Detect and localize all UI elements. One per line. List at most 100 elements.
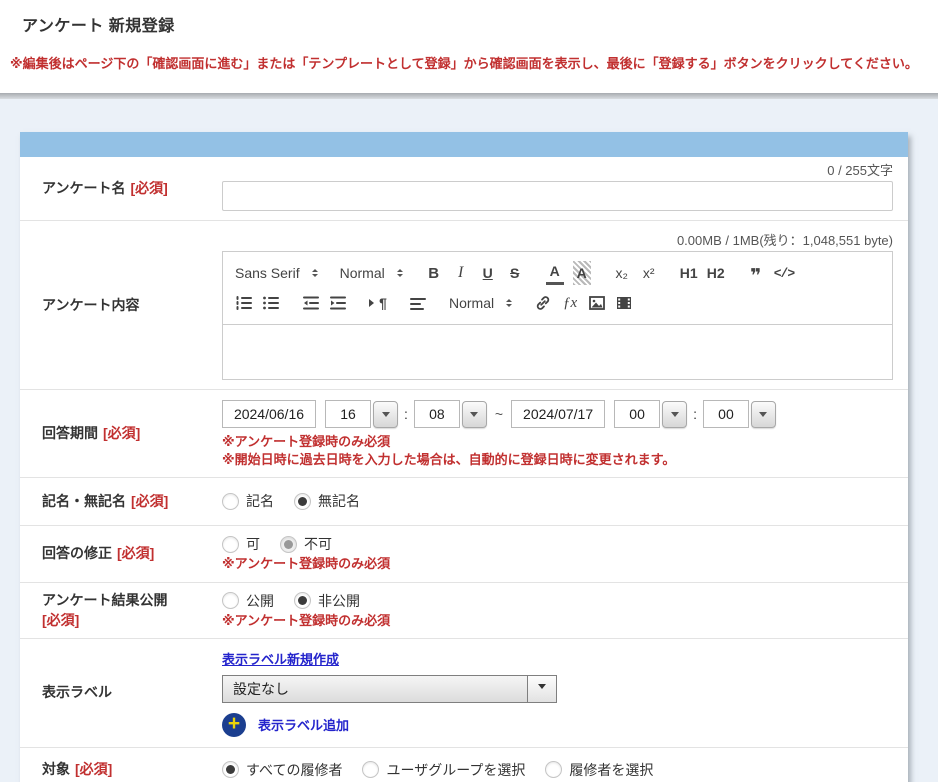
target-radio-group: すべての履修者 ユーザグループを選択 履修者を選択 bbox=[222, 760, 893, 780]
end-minute-dropdown-button[interactable] bbox=[751, 401, 776, 428]
blockquote-icon[interactable]: ❞ bbox=[747, 261, 765, 285]
page-title: アンケート 新規登録 bbox=[22, 12, 938, 36]
rich-text-editor: Sans Serif Normal B I U S A bbox=[222, 251, 893, 380]
start-minute-select[interactable]: 08 bbox=[414, 400, 487, 428]
card-header-bar bbox=[20, 132, 908, 157]
radio-unselected-icon[interactable] bbox=[222, 493, 239, 510]
header-1-icon[interactable]: H1 bbox=[680, 261, 698, 285]
end-hour-value: 00 bbox=[614, 400, 660, 428]
strikethrough-icon[interactable]: S bbox=[506, 261, 524, 285]
radio-option-not-allowed[interactable]: 不可 bbox=[280, 534, 332, 554]
highlight-color-icon[interactable]: A bbox=[573, 261, 591, 285]
superscript-icon[interactable]: x² bbox=[640, 261, 658, 285]
toolbar-line-2: ¶ Normal ƒx bbox=[235, 290, 880, 316]
chevron-down-icon bbox=[538, 684, 546, 693]
formula-icon[interactable]: ƒx bbox=[561, 291, 579, 315]
create-display-label-link[interactable]: 表示ラベル新規作成 bbox=[222, 652, 339, 667]
size-picker[interactable]: Normal bbox=[449, 295, 512, 311]
bold-icon[interactable]: B bbox=[425, 261, 443, 285]
radio-option-select-students-label: 履修者を選択 bbox=[569, 760, 653, 780]
radio-unselected-icon[interactable] bbox=[222, 536, 239, 553]
survey-name-label: アンケート名 bbox=[42, 180, 125, 196]
radio-option-allowed[interactable]: 可 bbox=[222, 534, 260, 554]
radio-option-public[interactable]: 公開 bbox=[222, 591, 274, 611]
display-label-select-button[interactable] bbox=[527, 676, 556, 702]
end-hour-select[interactable]: 00 bbox=[614, 400, 687, 428]
toolbar-line-1: Sans Serif Normal B I U S A bbox=[235, 260, 880, 286]
radio-option-private[interactable]: 非公開 bbox=[294, 591, 360, 611]
direction-arrow-icon bbox=[369, 299, 378, 307]
survey-form-card: アンケート名[必須] 0 / 255文字 アンケート内容 0.00MB / 1M… bbox=[20, 132, 908, 782]
outdent-icon[interactable] bbox=[302, 291, 320, 315]
survey-content-label-cell: アンケート内容 bbox=[20, 295, 222, 315]
heading-picker[interactable]: Normal bbox=[340, 265, 403, 281]
size-picker-value: Normal bbox=[449, 295, 494, 311]
page-body: アンケート名[必須] 0 / 255文字 アンケート内容 0.00MB / 1M… bbox=[0, 99, 938, 782]
radio-option-select-students[interactable]: 履修者を選択 bbox=[545, 760, 653, 780]
radio-option-signed[interactable]: 記名 bbox=[222, 491, 274, 511]
add-display-label-row: 表示ラベル追加 bbox=[222, 713, 893, 737]
publication-required-badge: [必須] bbox=[42, 610, 222, 630]
radio-selected-icon[interactable] bbox=[294, 592, 311, 609]
underline-icon[interactable]: U bbox=[479, 261, 497, 285]
radio-selected-icon[interactable] bbox=[294, 493, 311, 510]
publication-note: ※アンケート登録時のみ必須 bbox=[222, 613, 893, 629]
end-date-input[interactable] bbox=[511, 400, 605, 428]
radio-selected-disabled-icon[interactable] bbox=[280, 536, 297, 553]
display-label-label-cell: 表示ラベル bbox=[20, 682, 222, 702]
radio-unselected-icon[interactable] bbox=[362, 761, 379, 778]
text-color-icon[interactable]: A bbox=[546, 261, 564, 285]
font-picker[interactable]: Sans Serif bbox=[235, 265, 318, 281]
form-row-target: 対象[必須] すべての履修者 ユーザグループを選択 履修者を選択 bbox=[20, 748, 908, 782]
answer-period-label-cell: 回答期間[必須] bbox=[20, 423, 222, 443]
subscript-icon[interactable]: x₂ bbox=[613, 261, 631, 285]
updown-arrows-icon bbox=[397, 266, 403, 280]
italic-icon[interactable]: I bbox=[452, 261, 470, 285]
direction-glyph: ¶ bbox=[379, 295, 387, 311]
display-label-select[interactable]: 設定なし bbox=[222, 675, 557, 703]
radio-option-unsigned[interactable]: 無記名 bbox=[294, 491, 360, 511]
chevron-down-icon bbox=[759, 412, 767, 421]
radio-unselected-icon[interactable] bbox=[222, 592, 239, 609]
radio-option-public-label: 公開 bbox=[246, 591, 274, 611]
indent-icon[interactable] bbox=[329, 291, 347, 315]
answer-period-label: 回答期間 bbox=[42, 425, 98, 441]
end-minute-value: 00 bbox=[703, 400, 749, 428]
radio-option-all-students[interactable]: すべての履修者 bbox=[222, 760, 342, 780]
radio-option-allowed-label: 可 bbox=[246, 534, 260, 554]
add-display-label-link[interactable]: 表示ラベル追加 bbox=[258, 715, 349, 734]
start-date-input[interactable] bbox=[222, 400, 316, 428]
start-hour-select[interactable]: 16 bbox=[325, 400, 398, 428]
link-icon[interactable] bbox=[534, 291, 552, 315]
add-icon[interactable] bbox=[222, 713, 246, 737]
heading-picker-value: Normal bbox=[340, 265, 385, 281]
end-minute-select[interactable]: 00 bbox=[703, 400, 776, 428]
image-icon[interactable] bbox=[588, 291, 606, 315]
page-header: アンケート 新規登録 ※編集後はページ下の「確認画面に進む」または「テンプレート… bbox=[0, 0, 938, 93]
chevron-down-icon bbox=[671, 412, 679, 421]
video-icon[interactable] bbox=[615, 291, 633, 315]
modification-label-cell: 回答の修正[必須] bbox=[20, 543, 222, 563]
bullet-list-icon[interactable] bbox=[262, 291, 280, 315]
radio-unselected-icon[interactable] bbox=[545, 761, 562, 778]
start-minute-dropdown-button[interactable] bbox=[462, 401, 487, 428]
radio-option-unsigned-label: 無記名 bbox=[318, 491, 360, 511]
anonymity-content: 記名 無記名 bbox=[222, 491, 908, 511]
code-block-icon[interactable]: </> bbox=[774, 261, 794, 285]
radio-selected-icon[interactable] bbox=[222, 761, 239, 778]
survey-name-input[interactable] bbox=[222, 181, 893, 211]
header-2-icon[interactable]: H2 bbox=[707, 261, 725, 285]
form-row-survey-name: アンケート名[必須] 0 / 255文字 bbox=[20, 157, 908, 221]
align-icon[interactable] bbox=[409, 291, 427, 315]
publication-radio-group: 公開 非公開 bbox=[222, 591, 893, 611]
publication-content: 公開 非公開 ※アンケート登録時のみ必須 bbox=[222, 583, 908, 637]
editor-content-area[interactable] bbox=[223, 325, 892, 379]
form-row-answer-modification: 回答の修正[必須] 可 不可 ※アンケート登録時のみ必須 bbox=[20, 526, 908, 583]
text-direction-icon[interactable]: ¶ bbox=[369, 291, 387, 315]
start-hour-dropdown-button[interactable] bbox=[373, 401, 398, 428]
radio-option-user-group[interactable]: ユーザグループを選択 bbox=[362, 760, 525, 780]
survey-name-content: 0 / 255文字 bbox=[222, 157, 908, 220]
ordered-list-icon[interactable] bbox=[235, 291, 253, 315]
start-minute-value: 08 bbox=[414, 400, 460, 428]
end-hour-dropdown-button[interactable] bbox=[662, 401, 687, 428]
